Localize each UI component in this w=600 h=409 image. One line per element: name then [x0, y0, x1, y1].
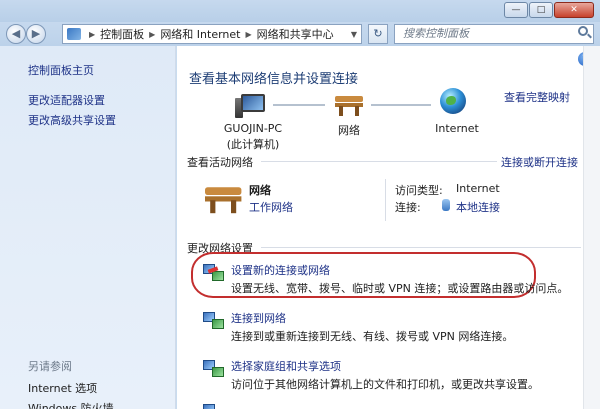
map-connector-line: [273, 104, 325, 106]
homegroup-link[interactable]: 选择家庭组和共享选项: [231, 358, 341, 374]
access-type-value: Internet: [456, 182, 500, 195]
breadcrumb-control-panel[interactable]: 控制面板: [100, 26, 144, 42]
network-bench-icon: [205, 182, 242, 214]
computer-icon: [235, 94, 267, 118]
chevron-down-icon[interactable]: ▼: [351, 30, 357, 39]
active-network-name: 网络: [249, 184, 271, 197]
see-also-header: 另请参阅: [28, 360, 72, 373]
breadcrumb-network-sharing-center[interactable]: 网络和共享中心: [257, 26, 334, 42]
chevron-right-icon: ▶: [245, 29, 252, 39]
navigation-bar: ◀ ▶ ▶ 控制面板 ▶ 网络和 Internet ▶ 网络和共享中心 ▼ ↻ …: [0, 22, 600, 46]
view-full-map-link[interactable]: 查看完整映射: [504, 89, 570, 105]
homegroup-icon: [203, 358, 225, 378]
connect-network-desc: 连接到或重新连接到无线、有线、拨号或 VPN 网络连接。: [231, 330, 514, 343]
setup-connection-desc: 设置无线、宽带、拨号、临时或 VPN 连接；或设置路由器或访问点。: [231, 282, 569, 295]
search-input[interactable]: 搜索控制面板: [394, 24, 594, 44]
refresh-button[interactable]: ↻: [368, 24, 388, 44]
close-button[interactable]: ✕: [554, 2, 594, 18]
search-icon[interactable]: [578, 26, 588, 36]
search-placeholder: 搜索控制面板: [403, 27, 469, 40]
minimize-button[interactable]: —: [504, 2, 528, 18]
window-controls: — □ ✕: [503, 2, 594, 18]
sidebar-item-advanced-sharing[interactable]: 更改高级共享设置: [28, 112, 116, 128]
window-titlebar: — □ ✕: [0, 0, 600, 22]
local-connection-icon: [442, 199, 450, 211]
sidebar-item-adapter-settings[interactable]: 更改适配器设置: [28, 92, 105, 108]
breadcrumb-network-internet[interactable]: 网络和 Internet: [160, 26, 240, 42]
connection-label: 连接:: [395, 201, 421, 214]
chevron-right-icon: ▶: [149, 29, 156, 39]
vertical-scrollbar[interactable]: [583, 46, 600, 409]
forward-button[interactable]: ▶: [26, 24, 46, 44]
internet-globe-icon: [440, 88, 466, 114]
page-title: 查看基本网络信息并设置连接: [189, 72, 359, 87]
divider: [385, 179, 386, 221]
sidebar-item-windows-firewall[interactable]: Windows 防火墙: [28, 400, 114, 409]
connect-disconnect-link[interactable]: 连接或断开连接: [501, 154, 578, 170]
sidebar: 控制面板主页 更改适配器设置 更改高级共享设置 另请参阅 Internet 选项…: [0, 46, 176, 409]
map-connector-line: [371, 104, 431, 106]
main-content: ? 查看基本网络信息并设置连接 查看完整映射 GUOJIN-PC (此计算机) …: [177, 46, 600, 409]
homegroup-desc: 访问位于其他网络计算机上的文件和打印机，或更改共享设置。: [231, 378, 539, 391]
setup-connection-link[interactable]: 设置新的连接或网络: [231, 262, 330, 278]
map-computer-name: GUOJIN-PC: [223, 122, 283, 135]
divider: [261, 161, 497, 162]
setup-connection-icon: [203, 262, 225, 282]
local-connection-link[interactable]: 本地连接: [456, 199, 500, 215]
sidebar-item-internet-options[interactable]: Internet 选项: [28, 380, 97, 396]
access-type-label: 访问类型:: [395, 184, 443, 197]
control-panel-icon: [67, 28, 81, 40]
maximize-button[interactable]: □: [529, 2, 553, 18]
chevron-right-icon: ▶: [89, 29, 96, 39]
active-networks-header: 查看活动网络: [187, 156, 253, 169]
divider: [261, 247, 581, 248]
address-bar[interactable]: ▶ 控制面板 ▶ 网络和 Internet ▶ 网络和共享中心 ▼: [62, 24, 362, 44]
sidebar-item-home[interactable]: 控制面板主页: [28, 62, 94, 78]
connect-network-link[interactable]: 连接到网络: [231, 310, 286, 326]
troubleshoot-icon: [203, 402, 225, 409]
map-internet-label: Internet: [435, 122, 479, 135]
back-button[interactable]: ◀: [6, 24, 26, 44]
map-network-label: 网络: [338, 124, 360, 137]
network-type-link[interactable]: 工作网络: [249, 199, 293, 215]
map-computer-sub: (此计算机): [226, 138, 280, 151]
network-bench-icon: [335, 92, 363, 116]
connect-network-icon: [203, 310, 225, 330]
